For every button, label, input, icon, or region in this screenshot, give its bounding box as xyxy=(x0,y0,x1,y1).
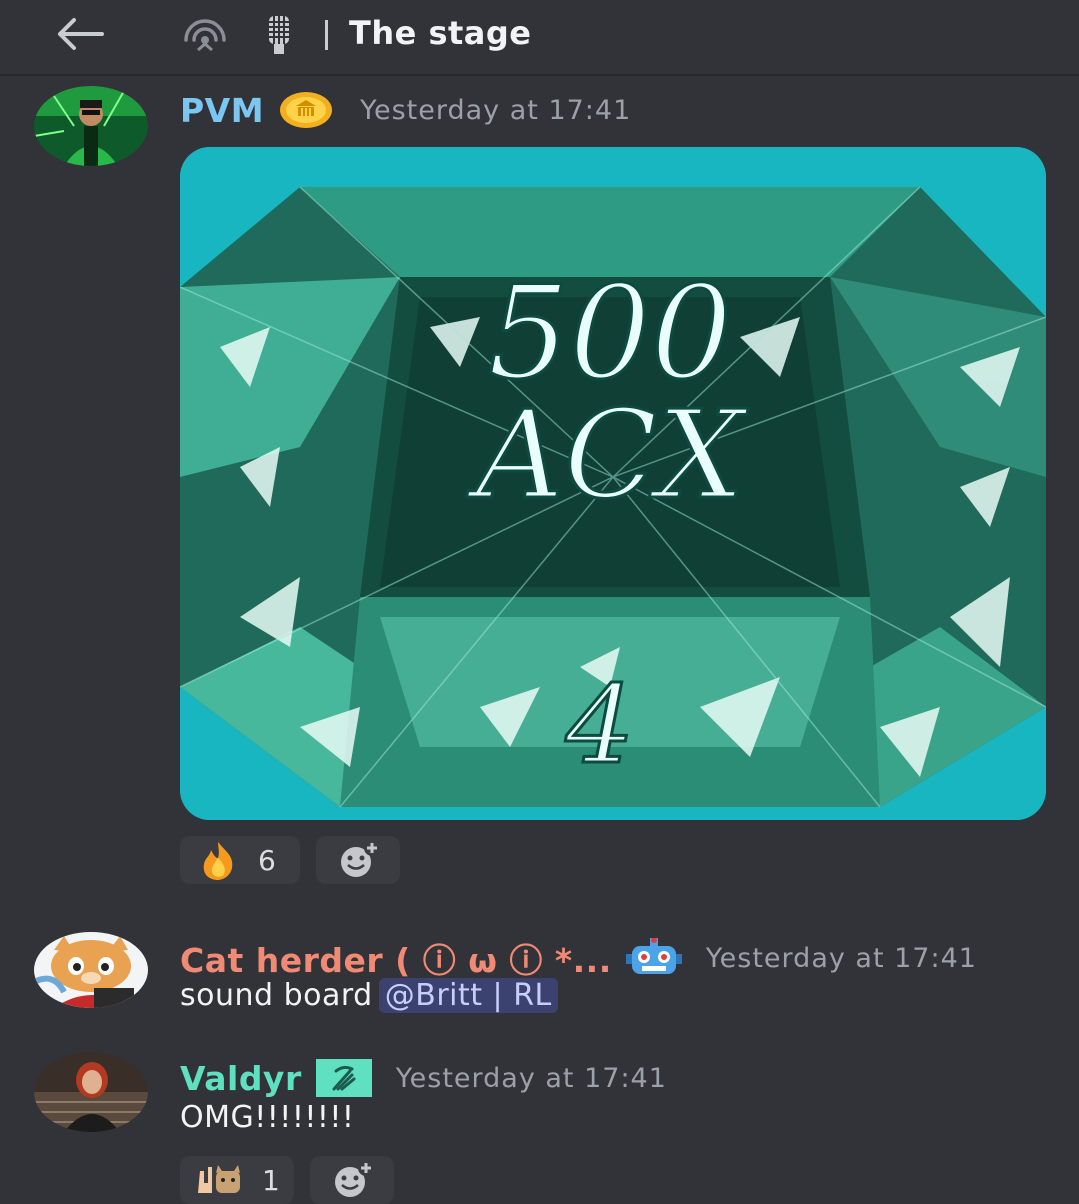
avatar[interactable] xyxy=(34,86,148,166)
message-content: OMG!!!!!!!! xyxy=(180,1100,355,1135)
username[interactable]: Cat herder ( ⓘ ω ⓘ *... xyxy=(180,934,612,982)
username[interactable]: PVM xyxy=(180,91,264,130)
fire-icon xyxy=(203,842,233,880)
image-text-line3: 4 xyxy=(565,663,635,788)
timestamp: Yesterday at 17:41 xyxy=(705,942,977,974)
avatar[interactable] xyxy=(34,1052,148,1132)
microphone-icon xyxy=(269,16,289,54)
avatar[interactable] xyxy=(34,932,148,1008)
add-reaction-icon xyxy=(335,1160,374,1197)
reaction-rock-hand-cat[interactable]: 1 xyxy=(180,1156,294,1204)
signal-badge-icon xyxy=(315,1059,372,1097)
reaction-count: 1 xyxy=(262,1163,280,1197)
reaction-count: 6 xyxy=(258,843,276,877)
robot-icon xyxy=(625,938,682,974)
add-reaction-button[interactable] xyxy=(310,1156,394,1204)
user-mention[interactable]: @Britt | RL xyxy=(378,978,558,1013)
channel-header: The stage xyxy=(0,0,1079,76)
add-reaction-icon xyxy=(341,840,380,877)
image-text-line2: ACX xyxy=(466,384,748,526)
rock-hand-cat-icon xyxy=(198,1165,240,1193)
message-content: sound board @Britt | RL xyxy=(180,978,558,1013)
reaction-fire[interactable]: 6 xyxy=(180,836,300,884)
stage-channel-icon xyxy=(184,19,226,52)
message-image-attachment[interactable]: 500 ACX 4 xyxy=(180,147,1046,820)
arrow-left-icon[interactable] xyxy=(52,14,108,54)
add-reaction-button[interactable] xyxy=(316,836,400,884)
message-text: sound board xyxy=(180,978,373,1013)
channel-title: The stage xyxy=(349,14,532,52)
gold-coin-badge-icon xyxy=(280,92,333,128)
username[interactable]: Valdyr xyxy=(180,1059,302,1098)
header-divider xyxy=(325,20,328,50)
timestamp: Yesterday at 17:41 xyxy=(360,94,632,126)
timestamp: Yesterday at 17:41 xyxy=(395,1062,667,1094)
